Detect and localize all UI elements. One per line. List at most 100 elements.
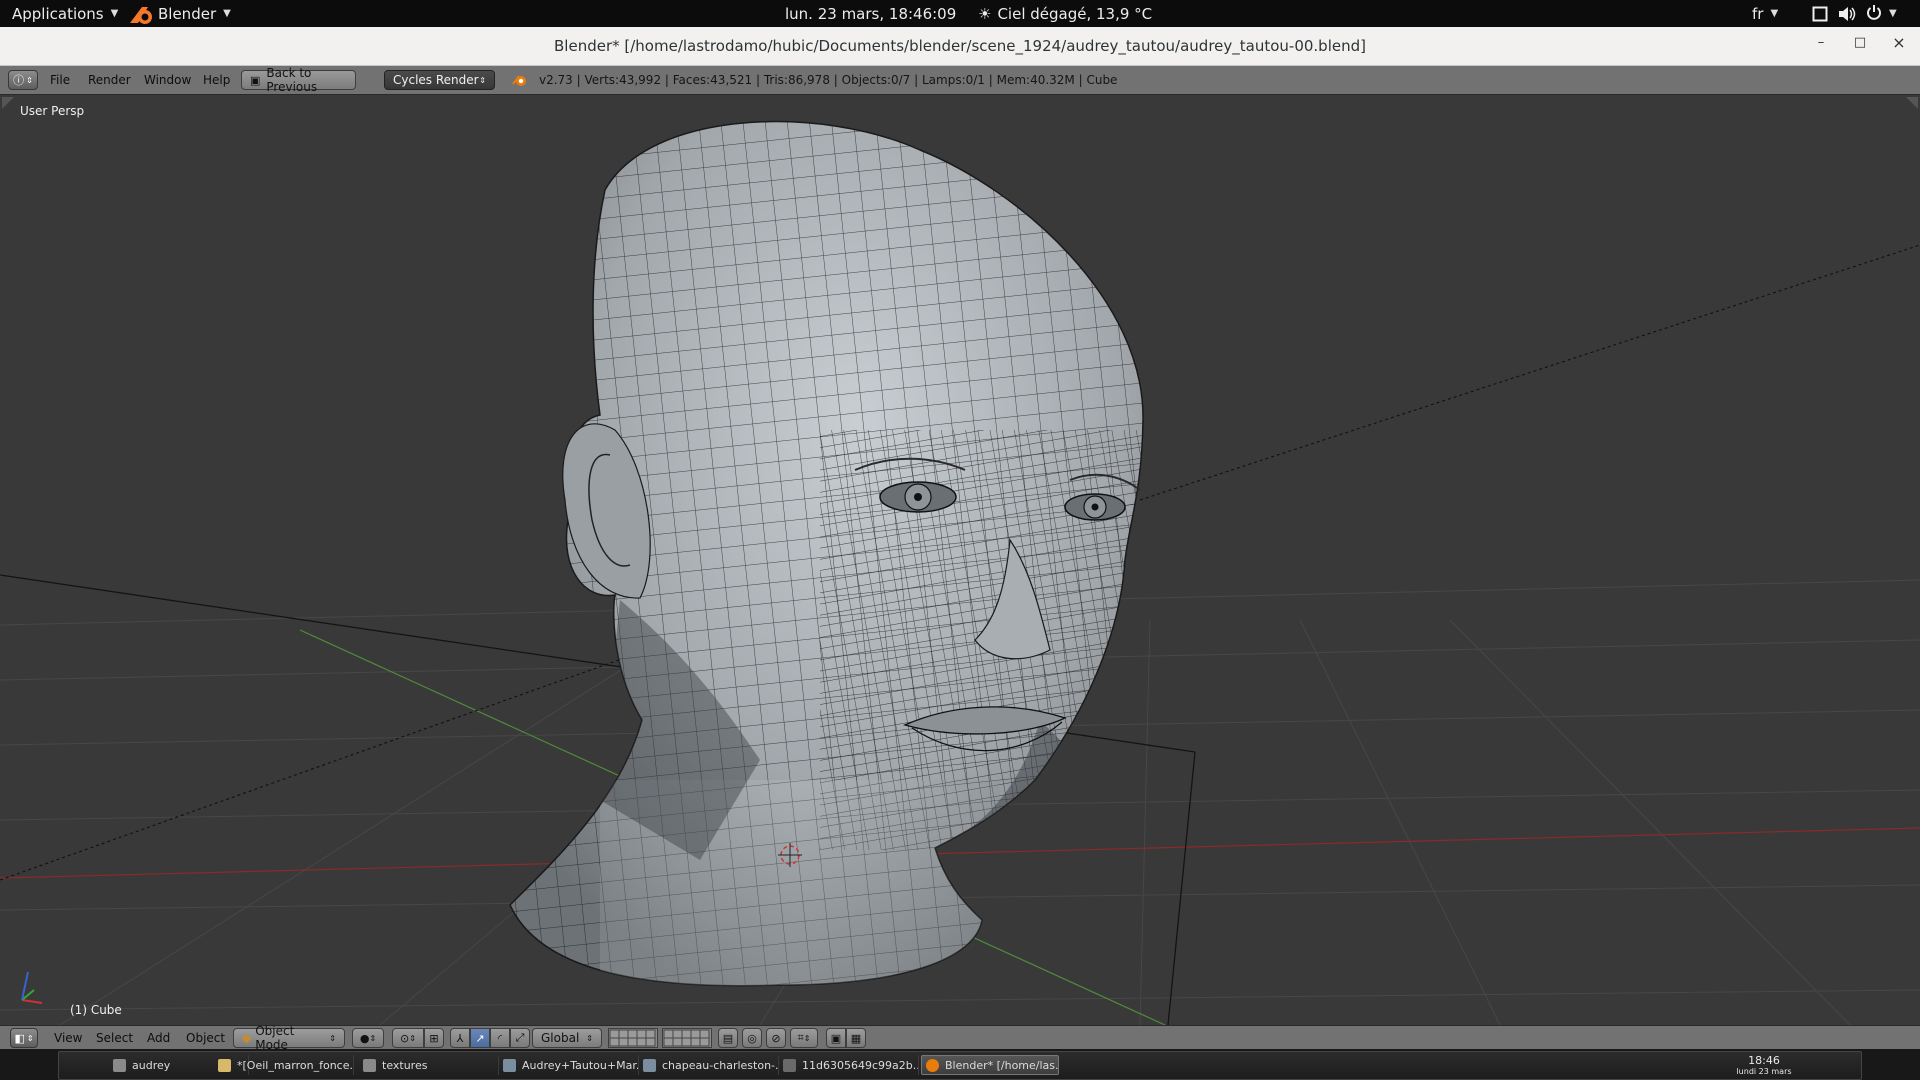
back-to-previous-button[interactable]: ▣ Back to Previous bbox=[241, 66, 356, 94]
blender-version-icon bbox=[512, 70, 528, 90]
menu-add[interactable]: Add bbox=[143, 1028, 174, 1048]
area-split-widget bbox=[2, 97, 14, 109]
task-list: audrey *[Oeil_marron_fonce... textures A… bbox=[58, 1051, 1862, 1080]
taskbar-clock[interactable]: 18:46 lundi 23 mars bbox=[1729, 1054, 1799, 1077]
info-icon: ⓘ bbox=[13, 74, 25, 87]
updown-icon: ⇕ bbox=[586, 1033, 593, 1043]
task-item-11d6305649[interactable]: 11d6305649c99a2b... bbox=[779, 1055, 919, 1075]
render-engine-dropdown[interactable]: Cycles Render ⇕ bbox=[384, 70, 495, 90]
manipulate-center-points-button[interactable]: ⊞ bbox=[424, 1028, 444, 1048]
task-item-textures[interactable]: textures bbox=[359, 1055, 499, 1075]
task-item-audrey-image[interactable]: Audrey+Tautou+Mar... bbox=[499, 1055, 639, 1075]
updown-icon: ⇕ bbox=[329, 1033, 336, 1043]
pivot-icon: ⊙ bbox=[400, 1031, 410, 1045]
mode-label: Object Mode bbox=[255, 1024, 295, 1052]
orientation-label: Global bbox=[541, 1031, 580, 1045]
task-label: *[Oeil_marron_fonce... bbox=[237, 1058, 354, 1072]
app-name-label: Blender bbox=[158, 4, 217, 23]
datetime-label: lun. 23 mars, 18:46:09 bbox=[785, 4, 957, 23]
image-icon bbox=[503, 1058, 516, 1072]
menu-window[interactable]: Window bbox=[140, 70, 195, 90]
axis-gizmo bbox=[21, 971, 43, 1004]
area-split-widget bbox=[1906, 97, 1918, 109]
scale-manipulator-button[interactable]: ⤢ bbox=[510, 1028, 530, 1048]
render-engine-label: Cycles Render bbox=[393, 73, 479, 87]
clock-time: 18:46 bbox=[1748, 1054, 1780, 1067]
image-icon bbox=[783, 1058, 796, 1072]
applications-menu[interactable]: Applications ▼ bbox=[12, 0, 118, 27]
system-top-bar: Applications ▼ Blender ▼ lun. 23 mars, 1… bbox=[0, 0, 1920, 27]
snap-toggle-button[interactable]: ⊘ bbox=[766, 1028, 786, 1048]
chevron-down-icon: ▼ bbox=[223, 8, 231, 19]
task-item-chapeau[interactable]: chapeau-charleston-... bbox=[639, 1055, 779, 1075]
taskbar: audrey *[Oeil_marron_fonce... textures A… bbox=[0, 1049, 1920, 1080]
lock-camera-button[interactable]: ▤ bbox=[718, 1028, 738, 1048]
opengl-render-animation-button[interactable]: ▦ bbox=[846, 1028, 866, 1048]
clock-datetime[interactable]: lun. 23 mars, 18:46:09 bbox=[785, 0, 956, 27]
menu-help[interactable]: Help bbox=[199, 70, 234, 90]
head-mesh bbox=[509, 120, 1144, 987]
window-overview-icon[interactable] bbox=[1812, 0, 1828, 27]
window-title-bar[interactable]: Blender* [/home/lastrodamo/hubic/Documen… bbox=[0, 27, 1920, 66]
rotate-manipulator-button[interactable]: ◜ bbox=[490, 1028, 510, 1048]
3d-view-icon: ◧ bbox=[14, 1031, 25, 1045]
lamp-direction-line bbox=[1139, 244, 1920, 501]
volume-icon[interactable] bbox=[1838, 0, 1856, 27]
manipulator-toggle-button[interactable]: ⅄ bbox=[450, 1028, 470, 1048]
task-item-blender[interactable]: Blender* [/home/las... bbox=[921, 1055, 1059, 1075]
task-label: Blender* [/home/las... bbox=[945, 1058, 1059, 1072]
close-button[interactable]: × bbox=[1888, 33, 1910, 55]
menu-object[interactable]: Object bbox=[182, 1028, 229, 1048]
viewport-shading-dropdown[interactable]: ● ⇕ bbox=[352, 1028, 384, 1048]
menu-view[interactable]: View bbox=[50, 1028, 86, 1048]
transform-orientation-dropdown[interactable]: Global ⇕ bbox=[532, 1028, 602, 1048]
3d-viewport[interactable]: User Persp (1) Cube bbox=[0, 95, 1920, 1025]
3d-view-header: ◧ ⇕ View Select Add Object ◆ Object Mode … bbox=[0, 1024, 1920, 1052]
translate-manipulator-button[interactable]: ↗ bbox=[470, 1028, 490, 1048]
updown-icon: ⇕ bbox=[803, 1033, 811, 1043]
layers-group-1[interactable] bbox=[608, 1028, 658, 1048]
menu-select[interactable]: Select bbox=[92, 1028, 137, 1048]
rotate-icon: ◜ bbox=[497, 1031, 503, 1045]
task-item-gimp-oeil[interactable]: *[Oeil_marron_fonce... bbox=[214, 1055, 354, 1075]
back-to-previous-label: Back to Previous bbox=[266, 66, 318, 94]
updown-icon: ⇕ bbox=[409, 1033, 416, 1043]
updown-icon: ⇕ bbox=[26, 1033, 34, 1043]
proportional-edit-button[interactable]: ◎ bbox=[742, 1028, 762, 1048]
info-header: ⓘ ⇕ File Render Window Help ▣ Back to Pre… bbox=[0, 66, 1920, 95]
view-label: User Persp bbox=[20, 104, 85, 118]
applications-label: Applications bbox=[12, 4, 104, 23]
menu-render[interactable]: Render bbox=[84, 70, 135, 90]
magnet-icon: ⊘ bbox=[771, 1031, 781, 1045]
pivot-point-dropdown[interactable]: ⊙ ⇕ bbox=[392, 1028, 424, 1048]
power-icon bbox=[1866, 4, 1882, 24]
updown-icon: ⇕ bbox=[26, 75, 33, 85]
manipulator-icon: ⅄ bbox=[456, 1031, 464, 1045]
power-menu[interactable]: ▼ bbox=[1866, 0, 1897, 27]
scale-icon: ⤢ bbox=[515, 1031, 525, 1044]
language-indicator[interactable]: fr ▼ bbox=[1752, 0, 1778, 27]
menu-file[interactable]: File bbox=[46, 70, 74, 90]
task-label: textures bbox=[382, 1058, 428, 1072]
maximize-button[interactable]: □ bbox=[1849, 35, 1871, 57]
minimize-button[interactable]: – bbox=[1810, 35, 1832, 57]
task-label: 11d6305649c99a2b... bbox=[802, 1058, 919, 1072]
layers-group-2[interactable] bbox=[662, 1028, 712, 1048]
image-icon bbox=[643, 1058, 656, 1072]
sun-icon: ☀ bbox=[978, 4, 992, 23]
snap-element-dropdown[interactable]: ⌗ ⇕ bbox=[790, 1028, 818, 1048]
folder-icon bbox=[363, 1058, 376, 1072]
mode-dropdown[interactable]: ◆ Object Mode ⇕ bbox=[233, 1024, 345, 1052]
proportional-icon: ◎ bbox=[747, 1031, 757, 1045]
opengl-render-image-button[interactable]: ▣ bbox=[826, 1028, 846, 1048]
weather-indicator[interactable]: ☀ Ciel dégagé, 13,9 °C bbox=[978, 0, 1152, 27]
viewport-canvas[interactable] bbox=[0, 95, 1920, 1025]
camera-frustum-line bbox=[1167, 751, 1196, 1025]
render-image-icon: ▣ bbox=[830, 1031, 842, 1045]
editor-type-selector[interactable]: ◧ ⇕ bbox=[10, 1028, 38, 1048]
editor-type-selector[interactable]: ⓘ ⇕ bbox=[8, 70, 38, 90]
gimp-icon bbox=[218, 1058, 231, 1072]
screen-back-icon: ▣ bbox=[250, 73, 261, 87]
app-menu-blender[interactable]: Blender ▼ bbox=[128, 0, 231, 27]
task-label: chapeau-charleston-... bbox=[662, 1058, 779, 1072]
